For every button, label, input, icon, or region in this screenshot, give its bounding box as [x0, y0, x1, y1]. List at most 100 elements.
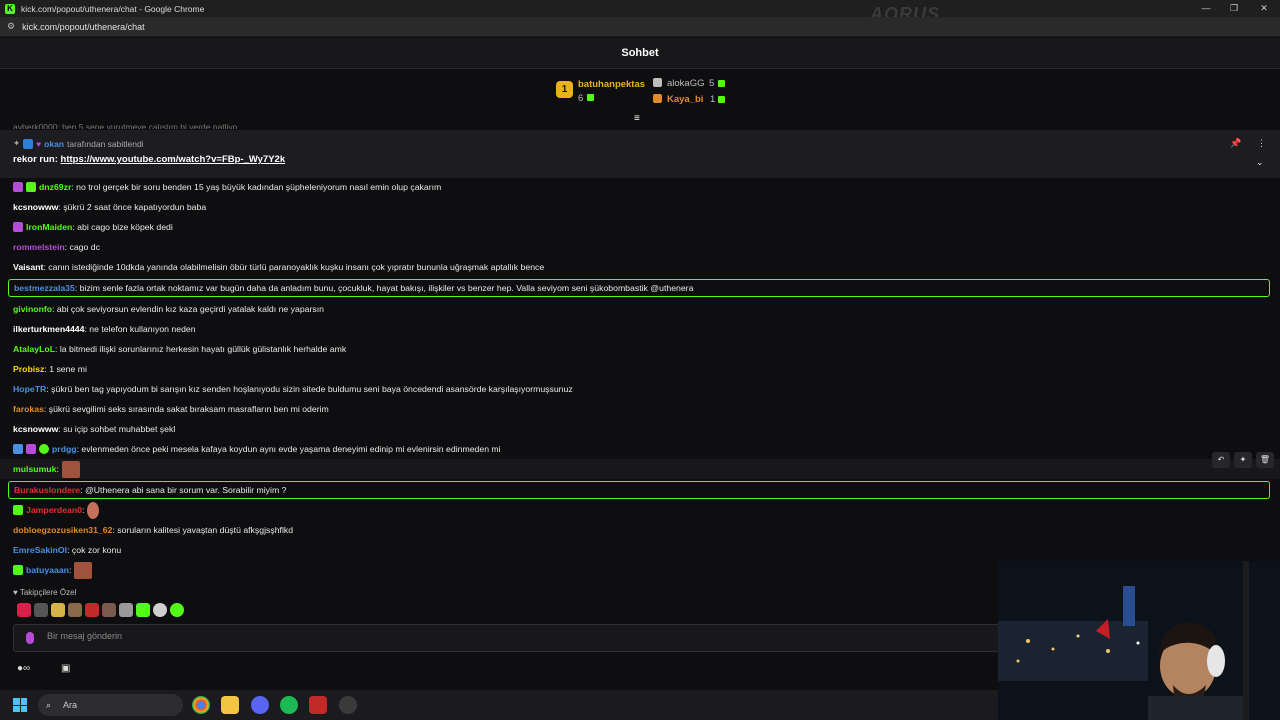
- chat-username[interactable]: IronMaiden: [26, 222, 72, 232]
- chat-username[interactable]: HopeTR: [13, 384, 46, 394]
- chat-username[interactable]: farokas: [13, 404, 44, 414]
- leaderboard-third-name[interactable]: Kaya_bi: [667, 94, 703, 105]
- chat-message: HopeTR: şükrü ben tag yapıyodum bi sarış…: [13, 382, 573, 396]
- store-icon[interactable]: ▣: [61, 663, 70, 674]
- leaderboard-first-count: 6: [578, 93, 584, 104]
- webcam-image: [998, 561, 1280, 720]
- more-options-icon[interactable]: ⋮: [1257, 138, 1266, 149]
- chat-bottom-tools: ●∞: [17, 663, 30, 674]
- rank-one-badge: 1: [556, 81, 573, 98]
- chat-message: kcsnowww: şükrü 2 saat önce kapatıyordun…: [13, 200, 206, 214]
- chat-username[interactable]: prdgg: [52, 444, 77, 454]
- emote-button[interactable]: [51, 603, 65, 617]
- leaderboard-second-count: 5: [709, 78, 715, 89]
- search-icon: ⌕: [46, 700, 52, 710]
- chat-message: rommelstein: cago dc: [13, 240, 100, 254]
- leaderboard-third-count: 1: [710, 94, 716, 105]
- chat-username[interactable]: AtalayLoL: [13, 344, 55, 354]
- windows-taskbar: ⌕ Ara: [0, 690, 998, 720]
- chat-text: : la bitmedi ilişki sorunlarınız herkesi…: [55, 344, 347, 354]
- emote-button[interactable]: [85, 603, 99, 617]
- kick-gem-icon: [718, 80, 725, 87]
- microphone-icon[interactable]: [26, 632, 34, 644]
- address-bar[interactable]: ⚙ kick.com/popout/uthenera/chat: [0, 17, 1280, 37]
- delete-icon[interactable]: 🗑: [1256, 452, 1274, 468]
- spotify-icon[interactable]: [280, 696, 298, 714]
- emote-button[interactable]: [17, 603, 31, 617]
- chat-message-input[interactable]: [47, 631, 947, 641]
- chat-text: : çok zor konu: [67, 545, 122, 555]
- chat-text: : şükrü 2 saat önce kapatıyordun baba: [58, 202, 207, 212]
- kick-gem-icon: [718, 96, 725, 103]
- collapse-leaderboard-icon[interactable]: ≡: [634, 113, 640, 124]
- obs-icon[interactable]: [339, 696, 357, 714]
- chat-input-box[interactable]: [13, 624, 1003, 652]
- file-explorer-icon[interactable]: [221, 696, 239, 714]
- chrome-icon[interactable]: [192, 696, 210, 714]
- chat-message: IronMaiden: abi cago bize köpek dedi: [13, 220, 173, 234]
- chat-username[interactable]: givinonfo: [13, 304, 52, 314]
- chat-username[interactable]: batuyaaan: [26, 565, 69, 575]
- subscriber-badge-icon: [13, 505, 23, 515]
- chat-text: : 1 sene mi: [44, 364, 87, 374]
- founder-badge-icon: ♥: [36, 138, 42, 149]
- chat-username[interactable]: dobloegzozusiken31_62: [13, 525, 112, 535]
- moderator-badge-icon: [13, 444, 23, 454]
- chat-message: dobloegzozusiken31_62: soruların kalites…: [13, 523, 293, 537]
- chat-text: :: [56, 464, 59, 474]
- discord-icon[interactable]: [251, 696, 269, 714]
- pinned-by-user[interactable]: okan: [44, 139, 64, 149]
- reply-icon[interactable]: ↶: [1212, 452, 1230, 468]
- chat-message: farokas: şükrü sevgilimi seks sırasında …: [13, 402, 329, 416]
- chat-username[interactable]: ilkerturkmen4444: [13, 324, 84, 334]
- pinned-link[interactable]: https://www.youtube.com/watch?v=FBp-_Wy7…: [61, 154, 286, 165]
- chat-text: : su içip sohbet muhabbet şekl: [58, 424, 176, 434]
- founder-badge-icon: [13, 182, 23, 192]
- chat-header: Sohbet: [0, 38, 1280, 69]
- chat-username[interactable]: rommelstein: [13, 242, 65, 252]
- taskbar-search[interactable]: ⌕ Ara: [38, 694, 183, 716]
- emote-button[interactable]: [119, 603, 133, 617]
- windows-start-icon[interactable]: [13, 698, 27, 712]
- chat-message: batuyaaan:: [13, 561, 93, 579]
- close-button[interactable]: ✕: [1248, 0, 1280, 17]
- followers-only-text: Takipçilere Özel: [19, 588, 77, 597]
- chat-username[interactable]: kcsnowww: [13, 202, 58, 212]
- chat-text: : canın istediğinde 10dkda yanında olabi…: [43, 262, 545, 272]
- emote-button[interactable]: [68, 603, 82, 617]
- restore-button[interactable]: ❐: [1218, 0, 1250, 17]
- unpin-icon[interactable]: 📌: [1230, 138, 1241, 149]
- emote-button[interactable]: [34, 603, 48, 617]
- user-badges-icon[interactable]: ●∞: [17, 663, 30, 674]
- pinned-message: ✦ ♥ okan tarafından sabitlendi rekor run…: [0, 130, 1280, 178]
- chevron-down-icon[interactable]: ⌄: [1256, 157, 1264, 168]
- chat-username[interactable]: Probisz: [13, 364, 44, 374]
- taskbar-search-label: Ara: [63, 700, 78, 710]
- emote-button[interactable]: [153, 603, 167, 617]
- chat-message: Burakuslondere: @Uthenera abi sana bir s…: [14, 483, 286, 497]
- leaderboard-second-name[interactable]: alokaGG: [667, 78, 705, 89]
- leaderboard-first-name[interactable]: batuhanpektas: [578, 79, 645, 90]
- chat-username[interactable]: kcsnowww: [13, 424, 58, 434]
- chat-username[interactable]: Burakuslondere: [14, 485, 80, 495]
- pin-message-icon[interactable]: ✦: [1234, 452, 1252, 468]
- chat-username[interactable]: Jamperdean0: [26, 505, 82, 515]
- kick-gem-icon: [587, 94, 594, 101]
- emote-button[interactable]: [170, 603, 184, 617]
- chat-username[interactable]: EmreSakinOl: [13, 545, 67, 555]
- url-text[interactable]: kick.com/popout/uthenera/chat: [22, 22, 145, 32]
- chat-username[interactable]: bestmezzala35: [14, 283, 75, 293]
- chat-username[interactable]: mulsumuk: [13, 464, 56, 474]
- pinned-text: rekor run: https://www.youtube.com/watch…: [13, 154, 285, 165]
- chat-text: : soruların kalitesi yavaştan düştü afkş…: [112, 525, 294, 535]
- webcam-overlay: [998, 561, 1280, 720]
- kick-favicon-icon: K: [5, 3, 15, 14]
- chat-username[interactable]: dnz69zr: [39, 182, 71, 192]
- subscriber-badge-icon: [26, 182, 36, 192]
- emote-button[interactable]: [102, 603, 116, 617]
- emote-button[interactable]: [136, 603, 150, 617]
- site-settings-icon[interactable]: ⚙: [7, 21, 15, 32]
- app-icon[interactable]: [309, 696, 327, 714]
- chat-username[interactable]: Vaisant: [13, 262, 43, 272]
- pin-icon: ✦: [13, 138, 21, 148]
